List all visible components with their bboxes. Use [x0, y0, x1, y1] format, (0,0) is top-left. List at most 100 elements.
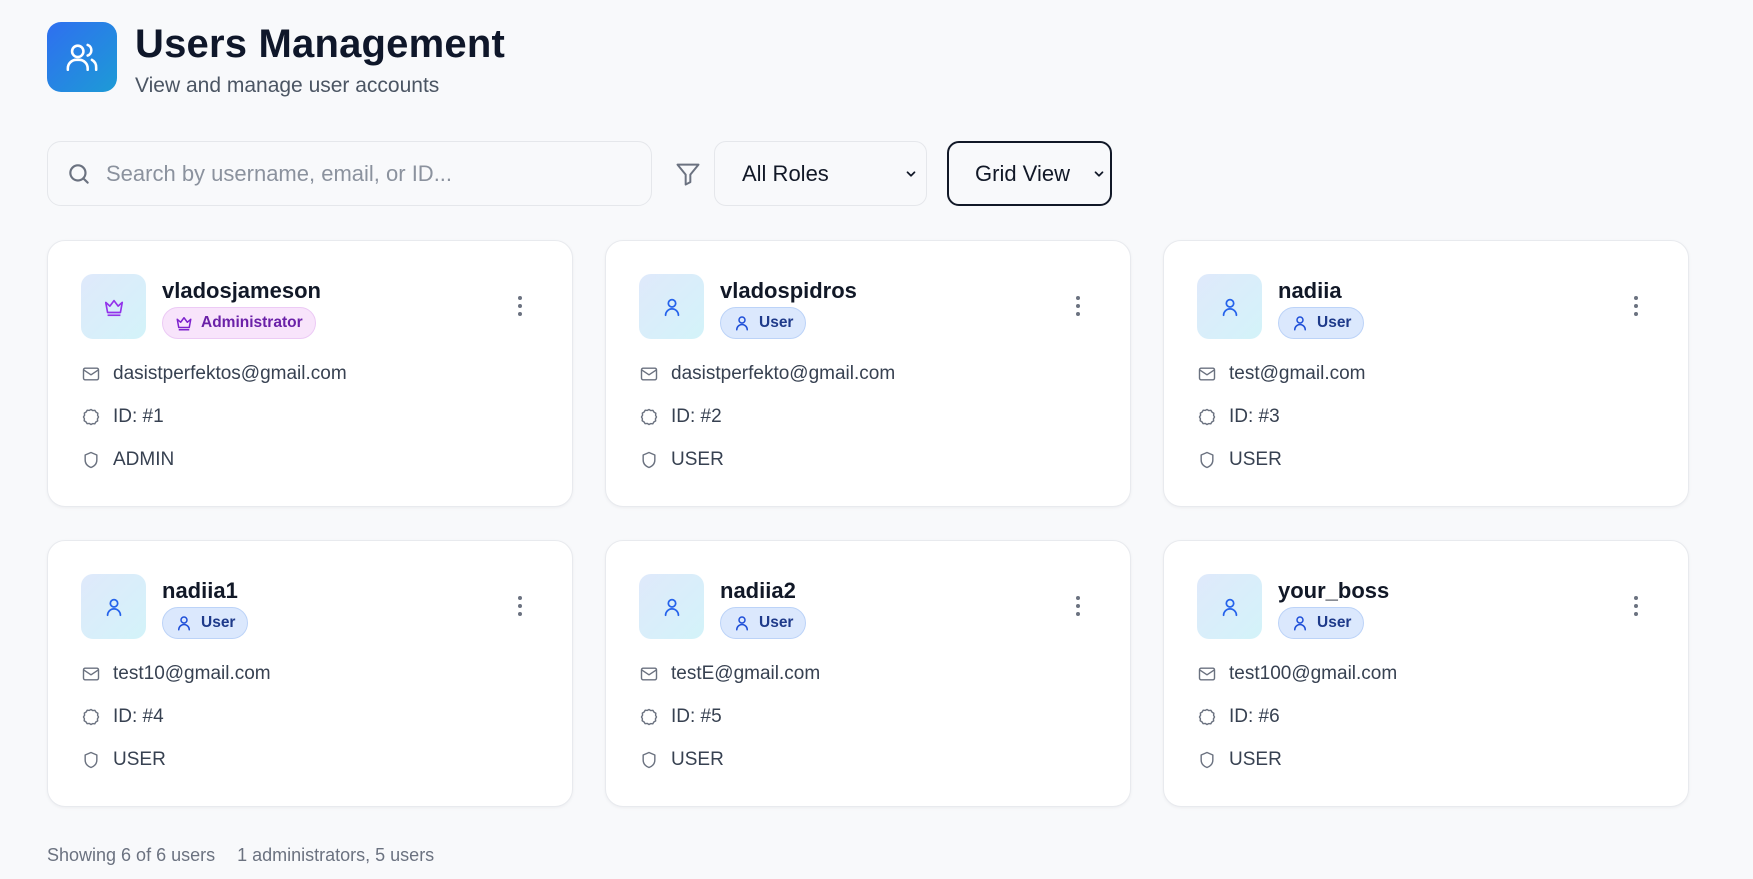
role-row: ADMIN	[81, 449, 174, 471]
id-badge-icon	[640, 708, 658, 726]
chevron-down-icon	[1094, 170, 1104, 177]
user-card-3[interactable]: nadiia User test@gmail.com ID: #3 USER	[1163, 240, 1689, 507]
more-options-icon[interactable]	[518, 596, 522, 616]
user-id: ID: #1	[113, 406, 164, 427]
role-filter-value: All Roles	[742, 160, 829, 186]
role-badge-label: User	[201, 614, 236, 631]
user-email: testE@gmail.com	[671, 663, 821, 684]
email-row: test10@gmail.com	[81, 663, 271, 685]
user-icon	[736, 616, 748, 631]
more-options-icon[interactable]	[518, 296, 522, 316]
role-badge-label: User	[1317, 314, 1352, 331]
user-icon	[178, 616, 190, 631]
id-row: ID: #2	[639, 406, 722, 428]
footer: Showing 6 of 6 users 1 administrators, 5…	[47, 845, 434, 866]
user-role: USER	[1229, 749, 1282, 770]
user-email: dasistperfektos@gmail.com	[113, 363, 347, 384]
user-icon	[106, 598, 121, 616]
mail-icon	[1198, 667, 1216, 681]
user-icon	[1222, 598, 1237, 616]
user-id: ID: #6	[1229, 706, 1280, 727]
mail-icon	[1198, 367, 1216, 381]
id-row: ID: #4	[81, 706, 164, 728]
search-box[interactable]	[47, 141, 652, 206]
role-row: USER	[81, 749, 166, 771]
user-card-4[interactable]: nadiia1 User test10@gmail.com ID: #4 USE…	[47, 540, 573, 807]
role-row: USER	[1197, 449, 1282, 471]
user-icon	[1294, 616, 1306, 631]
mail-icon	[82, 367, 100, 381]
mail-icon	[82, 667, 100, 681]
user-avatar	[81, 274, 146, 339]
role-badge-label: User	[759, 614, 794, 631]
view-mode-value: Grid View	[975, 160, 1070, 186]
user-id: ID: #4	[113, 706, 164, 727]
id-badge-icon	[1198, 408, 1216, 426]
id-row: ID: #3	[1197, 406, 1280, 428]
role-badge: User	[162, 607, 249, 639]
user-avatar	[639, 274, 704, 339]
user-icon	[1294, 316, 1306, 331]
role-row: USER	[639, 449, 724, 471]
user-card-1[interactable]: vladosjameson Administrator dasistperfek…	[47, 240, 573, 507]
role-summary: 1 administrators, 5 users	[237, 845, 435, 865]
user-avatar	[639, 574, 704, 639]
user-icon	[736, 316, 748, 331]
username: vladosjameson	[162, 278, 321, 303]
users-icon	[47, 22, 117, 92]
page-title: Users Management	[135, 22, 505, 66]
more-options-icon[interactable]	[1076, 296, 1080, 316]
user-role: USER	[671, 749, 724, 770]
username: nadiia	[1278, 278, 1342, 303]
id-row: ID: #1	[81, 406, 164, 428]
user-role: USER	[1229, 449, 1282, 470]
search-input[interactable]	[106, 160, 626, 187]
user-id: ID: #3	[1229, 406, 1280, 427]
role-row: USER	[1197, 749, 1282, 771]
chevron-down-icon	[906, 170, 916, 177]
shield-icon	[1200, 451, 1214, 469]
id-badge-icon	[82, 408, 100, 426]
view-mode-select[interactable]: Grid View	[947, 141, 1112, 206]
shield-icon	[1200, 751, 1214, 769]
id-row: ID: #5	[639, 706, 722, 728]
username: nadiia2	[720, 578, 796, 603]
user-role: USER	[671, 449, 724, 470]
user-email: test@gmail.com	[1229, 363, 1366, 384]
email-row: testE@gmail.com	[639, 663, 820, 685]
user-card-2[interactable]: vladospidros User dasistperfekto@gmail.c…	[605, 240, 1131, 507]
role-badge-label: User	[759, 314, 794, 331]
page-subtitle: View and manage user accounts	[135, 74, 440, 97]
user-avatar	[1197, 574, 1262, 639]
user-id: ID: #2	[671, 406, 722, 427]
user-card-6[interactable]: your_boss User test100@gmail.com ID: #6 …	[1163, 540, 1689, 807]
username: nadiia1	[162, 578, 238, 603]
crown-icon	[176, 317, 192, 331]
email-row: test@gmail.com	[1197, 363, 1366, 385]
mail-icon	[640, 667, 658, 681]
shield-icon	[84, 451, 98, 469]
email-row: dasistperfektos@gmail.com	[81, 363, 347, 385]
id-badge-icon	[82, 708, 100, 726]
more-options-icon[interactable]	[1634, 596, 1638, 616]
role-badge-label: Administrator	[201, 314, 303, 331]
more-options-icon[interactable]	[1634, 296, 1638, 316]
filter-icon	[674, 160, 702, 188]
role-badge: User	[1278, 307, 1365, 339]
user-icon	[664, 598, 679, 616]
role-badge-label: User	[1317, 614, 1352, 631]
users-grid: vladosjameson Administrator dasistperfek…	[47, 240, 1690, 807]
shield-icon	[642, 451, 656, 469]
user-role: USER	[113, 749, 166, 770]
crown-icon	[104, 299, 123, 316]
role-filter-select[interactable]: All Roles	[714, 141, 927, 206]
more-options-icon[interactable]	[1076, 596, 1080, 616]
user-card-5[interactable]: nadiia2 User testE@gmail.com ID: #5 USER	[605, 540, 1131, 807]
id-row: ID: #6	[1197, 706, 1280, 728]
role-badge: User	[720, 307, 807, 339]
role-row: USER	[639, 749, 724, 771]
username: your_boss	[1278, 578, 1390, 603]
user-icon	[1222, 298, 1237, 316]
showing-count: Showing 6 of 6 users	[47, 845, 216, 865]
role-badge: Administrator	[162, 307, 316, 339]
